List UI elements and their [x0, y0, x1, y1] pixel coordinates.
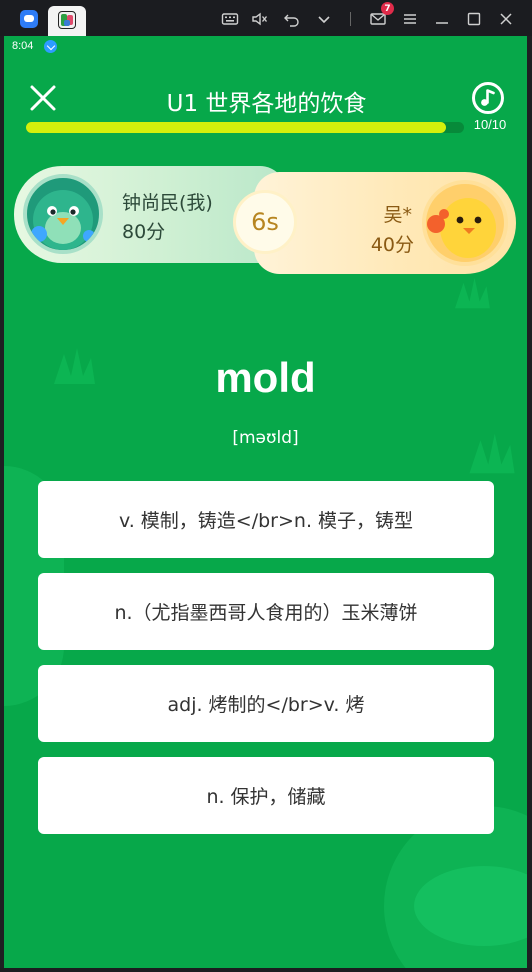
mute-icon[interactable] [250, 9, 270, 29]
minimize-icon[interactable] [432, 9, 452, 29]
app-tab[interactable] [48, 6, 86, 36]
window-bottom-edge [0, 968, 532, 972]
my-avatar [23, 174, 103, 254]
menu-icon[interactable] [400, 9, 420, 29]
close-window-icon[interactable] [496, 9, 516, 29]
chick-mascot-icon [427, 198, 496, 258]
answer-option[interactable]: n.（尤指墨西哥人食用的）玉米薄饼 [38, 573, 494, 650]
question-phonetic: [məʊld] [232, 428, 299, 448]
countdown-timer: 6s [233, 190, 297, 254]
app-icon [58, 11, 76, 29]
emulator-toolbar: 7 [0, 0, 532, 36]
answer-option[interactable]: adj. 烤制的</br>v. 烤 [38, 665, 494, 742]
undo-icon[interactable] [282, 9, 302, 29]
progress-count: 10/10 [473, 117, 507, 132]
close-icon[interactable] [28, 83, 58, 113]
download-icon [44, 40, 57, 53]
page-title: U1 世界各地的饮食 [166, 91, 367, 117]
status-time: 8:04 [12, 40, 34, 52]
maximize-icon[interactable] [464, 9, 484, 29]
emulator-logo-icon [20, 10, 38, 28]
opponent-score: 40分 [370, 234, 414, 256]
my-score: 80分 [122, 221, 166, 243]
my-name: 钟尚民(我) [122, 192, 213, 214]
opponent-avatar [422, 180, 508, 266]
grass-decoration-icon [455, 277, 490, 309]
answer-option[interactable]: n. 保护，储藏 [38, 757, 494, 834]
chevron-down-icon[interactable] [314, 9, 334, 29]
keyboard-icon[interactable] [220, 9, 240, 29]
opponent-name: 吴* [383, 204, 412, 226]
toolbar-divider [350, 12, 351, 26]
mail-badge: 7 [381, 2, 394, 15]
progress-bar [26, 122, 464, 133]
answer-option[interactable]: v. 模制，铸造</br>n. 模子，铸型 [38, 481, 494, 558]
bird-mascot-icon [31, 190, 95, 250]
music-icon[interactable] [471, 81, 505, 115]
progress-bar-fill [26, 122, 447, 133]
question-word: mold [215, 354, 316, 401]
app-screen: 8:04 U1 世界各地的饮食 10/10 钟尚民(我) 80分 吴* 40分 … [4, 36, 527, 968]
